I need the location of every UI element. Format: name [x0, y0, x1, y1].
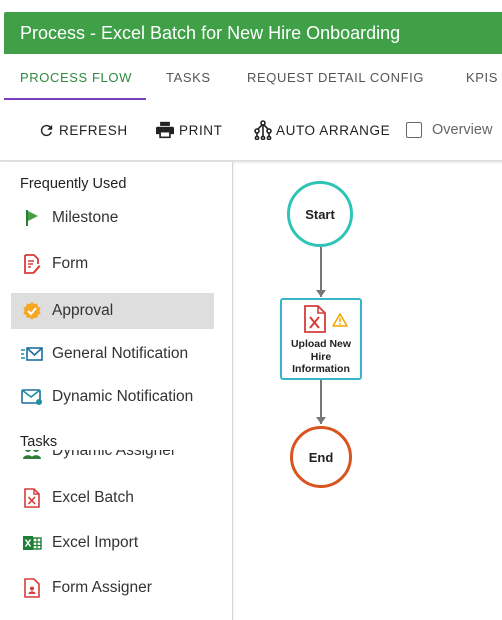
general-notification-icon — [19, 343, 45, 365]
task-node-label: Upload New Hire Information — [290, 338, 352, 375]
print-label: PRINT — [179, 122, 223, 138]
palette-item-dynamic-assigner[interactable]: Dynamic Assigner — [11, 450, 214, 464]
tab-tasks[interactable]: TASKS — [166, 54, 211, 100]
form-assigner-icon — [19, 577, 45, 599]
dynamic-notification-icon — [19, 386, 45, 408]
auto-arrange-label: AUTO ARRANGE — [276, 122, 391, 138]
auto-arrange-button[interactable]: AUTO ARRANGE — [254, 108, 390, 152]
end-node-label: End — [308, 449, 334, 465]
form-edit-icon — [19, 253, 45, 275]
palette-item-general-notification[interactable]: General Notification — [11, 336, 214, 372]
tab-request-detail-config[interactable]: REQUEST DETAIL CONFIG — [247, 54, 424, 100]
overview-checkbox[interactable] — [406, 122, 422, 138]
shape-palette: Frequently Used Milestone Form Approval … — [0, 162, 233, 620]
active-tab-indicator — [4, 98, 146, 100]
refresh-icon — [38, 122, 55, 139]
tab-process-flow[interactable]: PROCESS FLOW — [20, 54, 132, 100]
palette-item-excel-import[interactable]: Excel Import — [11, 525, 214, 561]
excel-batch-task-icon — [304, 305, 326, 338]
palette-item-form-assigner[interactable]: Form Assigner — [11, 570, 214, 606]
overview-label: Overview — [432, 122, 493, 138]
warning-icon — [332, 313, 348, 332]
refresh-label: REFRESH — [59, 122, 128, 138]
start-node-label: Start — [305, 206, 335, 222]
palette-item-approval[interactable]: Approval — [11, 293, 214, 329]
end-node[interactable]: End — [290, 426, 352, 488]
process-canvas[interactable]: Start Upload New Hire Information End — [234, 162, 502, 620]
window-title-bar: Process - Excel Batch for New Hire Onboa… — [4, 12, 502, 54]
tasks-heading: Tasks — [20, 434, 58, 450]
arrowhead-icon — [316, 417, 326, 424]
start-node[interactable]: Start — [287, 181, 353, 247]
palette-item-form[interactable]: Form — [11, 246, 214, 282]
window-title: Process - Excel Batch for New Hire Onboa… — [20, 22, 401, 43]
task-node-upload-new-hire[interactable]: Upload New Hire Information — [280, 298, 362, 380]
toolbar: REFRESH PRINT AUTO ARRANGE Overview — [0, 108, 502, 152]
printer-icon — [155, 121, 175, 139]
approval-check-icon — [19, 300, 45, 322]
refresh-button[interactable]: REFRESH — [38, 108, 128, 152]
auto-arrange-icon — [254, 120, 272, 140]
excel-batch-icon — [19, 487, 45, 509]
print-button[interactable]: PRINT — [155, 108, 223, 152]
palette-item-excel-batch[interactable]: Excel Batch — [11, 480, 214, 516]
overview-toggle[interactable]: Overview — [406, 108, 492, 152]
arrowhead-icon — [316, 290, 326, 297]
palette-item-milestone[interactable]: Milestone — [11, 200, 214, 236]
flag-icon — [19, 207, 45, 229]
tab-bar: PROCESS FLOW TASKS REQUEST DETAIL CONFIG… — [0, 54, 502, 100]
frequently-used-heading: Frequently Used — [20, 176, 127, 192]
dynamic-assigner-icon — [19, 450, 45, 464]
palette-item-dynamic-notification[interactable]: Dynamic Notification — [11, 379, 214, 415]
excel-import-icon — [19, 532, 45, 554]
tab-kpis[interactable]: KPIS — [466, 54, 498, 100]
